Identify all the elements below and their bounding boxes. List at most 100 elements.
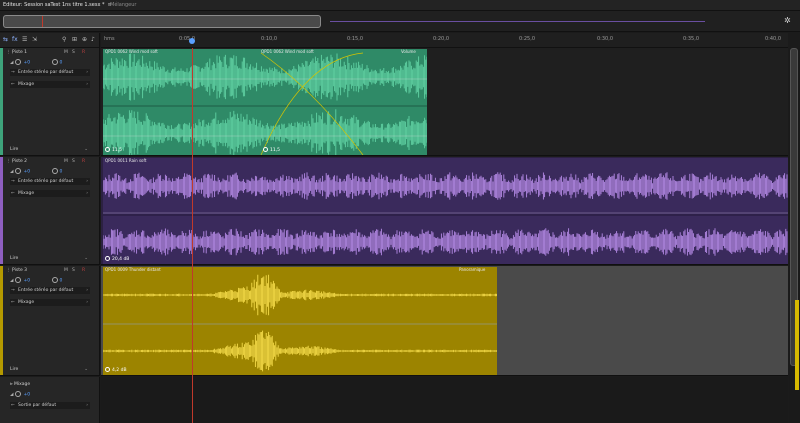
record-arm-button[interactable]: R — [82, 50, 85, 55]
tab-editor-label: Editeur: Session saTest 1ns titre 1.sesx… — [3, 2, 105, 8]
pan-knob[interactable] — [51, 277, 58, 283]
clip-param-label: Panoramique — [459, 267, 486, 272]
volume-knob[interactable] — [15, 277, 22, 283]
input-select[interactable]: → Entrée stéréo par défaut › — [10, 178, 90, 185]
arm-icon[interactable]: ⊕ — [82, 36, 87, 43]
solo-button[interactable]: S — [72, 50, 75, 55]
output-icon: ← — [11, 403, 15, 408]
clip-gain[interactable]: 20,4 dB — [105, 256, 129, 262]
automation-mode-select[interactable]: Lire ⌄ — [10, 255, 90, 262]
output-select[interactable]: ← Mixage › — [10, 299, 90, 306]
volume-control[interactable]: ◢ +0 0 — [10, 59, 62, 66]
clip-gain[interactable]: 4,2 dB — [105, 367, 127, 373]
output-value: Mixage — [18, 82, 35, 87]
volume-knob[interactable] — [15, 168, 22, 174]
waveform-path — [103, 53, 427, 155]
volume-control[interactable]: ◢ +0 0 — [10, 168, 62, 175]
volume-knob[interactable] — [15, 391, 22, 397]
pan-knob[interactable] — [51, 168, 58, 174]
output-value: Mixage — [18, 191, 35, 196]
clip-fx-icon — [105, 147, 110, 152]
track-name[interactable]: Piste 1 — [12, 50, 54, 56]
pan-value[interactable]: 0 — [60, 61, 63, 66]
overview-track-strip — [330, 21, 705, 22]
chevron-right-icon: › — [86, 288, 88, 293]
track-lane-1[interactable]: QPD1 0062 Wind mod soft QPD1 0062 Wind m… — [101, 48, 788, 156]
output-select[interactable]: ← Mixage › — [10, 81, 90, 88]
thunder-waveform-group — [103, 274, 497, 372]
ruler-tick: 0:35,0 — [683, 36, 699, 42]
master-volume-control[interactable]: ◢ +0 — [10, 391, 30, 398]
volume-value[interactable]: +0 — [23, 279, 30, 284]
input-value: Entrée stéréo par défaut — [18, 179, 74, 184]
master-icon: ⪢ — [10, 382, 13, 387]
waveform — [103, 274, 497, 372]
clip-gain[interactable]: 11,5 — [263, 147, 280, 153]
volume-value[interactable]: +0 — [23, 170, 30, 175]
input-select[interactable]: → Entrée stéréo par défaut › — [10, 287, 90, 294]
chevron-right-icon: › — [86, 70, 88, 75]
record-arm-button[interactable]: R — [82, 268, 85, 273]
tab-editor[interactable]: Editeur: Session saTest 1ns titre 1.sesx… — [3, 2, 112, 8]
automation-mode-select[interactable]: Lire ⌄ — [10, 146, 90, 153]
volume-knob[interactable] — [15, 59, 22, 65]
volume-value[interactable]: +0 — [23, 61, 30, 66]
ruler-tick: 0:10,0 — [261, 36, 277, 42]
lock-icon[interactable]: ⊞ — [72, 36, 77, 43]
fx-icon[interactable]: fx — [12, 36, 18, 43]
track-color-stripe — [0, 157, 3, 264]
mute-button[interactable]: M — [64, 50, 68, 55]
track-name[interactable]: Piste 2 — [12, 159, 54, 165]
mute-button[interactable]: M — [64, 159, 68, 164]
clip-param-label: Volume — [401, 49, 416, 54]
switch-icon[interactable]: ⇆ — [3, 36, 8, 43]
ruler-unit: hms — [104, 36, 115, 42]
audio-clip[interactable]: QPD1 0009 Thunder distant Panoramique 4,… — [103, 267, 497, 375]
clip-fx-icon — [263, 147, 268, 152]
pan-knob[interactable] — [51, 59, 58, 65]
pan-value[interactable]: 0 — [60, 279, 63, 284]
automation-mode-value: Lire — [10, 147, 19, 152]
mute-button[interactable]: M — [64, 268, 68, 273]
zoom-icon[interactable]: ⚲ — [62, 36, 66, 43]
levels-icon[interactable]: ☰ — [22, 36, 27, 43]
volume-control[interactable]: ◢ +0 0 — [10, 277, 62, 284]
overview-zoom-thumb[interactable] — [3, 15, 321, 28]
playhead-handle[interactable] — [189, 38, 195, 44]
track-name[interactable]: Piste 3 — [12, 268, 54, 274]
time-ruler[interactable]: hms 0:05,0 0:10,0 0:15,0 0:20,0 0:25,0 0… — [101, 33, 788, 48]
track-lane-3[interactable]: QPD1 0009 Thunder distant Panoramique 4,… — [101, 266, 788, 376]
audio-clip[interactable]: QPD1 0062 Wind mod soft QPD1 0062 Wind m… — [103, 49, 427, 155]
track-lane-2[interactable]: QPD1 0011 Rain soft 20,4 dB — [101, 157, 788, 265]
track-header-3: ⋮⋮ Piste 3 M S R ◢ +0 0 → Entrée stéréo pa… — [0, 266, 100, 376]
solo-button[interactable]: S — [72, 268, 75, 273]
solo-button[interactable]: S — [72, 159, 75, 164]
audio-clip[interactable]: QPD1 0011 Rain soft 20,4 dB — [103, 158, 788, 264]
zoom-tool-icon[interactable]: ✲ — [784, 16, 791, 25]
automation-mode-select[interactable]: Lire ⌄ — [10, 366, 90, 373]
meter-icon: ◢ — [10, 278, 14, 284]
clip-title: QPD1 0009 Thunder distant — [105, 267, 161, 272]
clip-gain[interactable]: 11,5 — [105, 147, 122, 153]
master-name-row: ⪢ Mixage — [10, 381, 30, 387]
record-arm-button[interactable]: R — [82, 159, 85, 164]
waveform — [103, 172, 788, 256]
chevron-right-icon: › — [86, 191, 88, 196]
metronome-icon[interactable]: ♪ — [91, 36, 95, 43]
wind-waveform-group — [103, 53, 427, 155]
master-output-select[interactable]: ← Sortie par défaut › — [10, 402, 90, 409]
ruler-tick: 0:20,0 — [433, 36, 449, 42]
send-icon[interactable]: ⇲ — [32, 36, 37, 43]
volume-value[interactable]: +0 — [23, 393, 30, 398]
output-select[interactable]: ← Mixage › — [10, 190, 90, 197]
master-lane — [101, 377, 788, 423]
playhead-line — [192, 48, 193, 423]
pan-value[interactable]: 0 — [60, 170, 63, 175]
track-color-stripe — [0, 48, 3, 155]
output-icon: ← — [11, 82, 15, 87]
input-select[interactable]: → Entrée stéréo par défaut › — [10, 69, 90, 76]
input-value: Entrée stéréo par défaut — [18, 70, 74, 75]
tab-mixer[interactable]: Mélangeur — [110, 2, 137, 8]
session-overview[interactable]: ✲ — [0, 11, 800, 32]
master-name[interactable]: Mixage — [14, 382, 30, 387]
